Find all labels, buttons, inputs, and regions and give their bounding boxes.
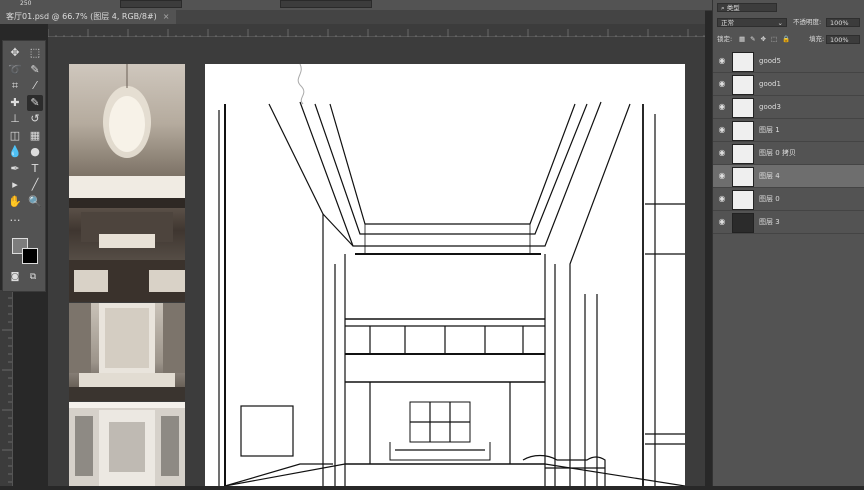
layer-name: 图层 0 拷贝 — [759, 149, 796, 157]
opacity-input[interactable]: 100% — [826, 18, 860, 27]
options-field[interactable] — [120, 0, 182, 8]
document-tab[interactable]: 客厅01.psd @ 66.7% (图层 4, RGB/8#) × — [0, 10, 176, 24]
eye-icon[interactable]: ◉ — [717, 102, 727, 112]
reference-photo-living-room — [69, 303, 185, 401]
layer-name: 图层 1 — [759, 126, 780, 134]
hand-tool-icon[interactable]: ✋ — [7, 194, 23, 210]
brush-tool-icon[interactable]: ✎ — [27, 94, 43, 111]
crop-tool-icon[interactable]: ⌗ — [7, 78, 23, 94]
eye-icon[interactable]: ◉ — [717, 148, 727, 158]
eyedropper-tool-icon[interactable]: ⁄ — [27, 78, 43, 94]
background-color-swatch[interactable] — [22, 248, 38, 264]
reference-photo-window-wall — [69, 402, 185, 486]
dodge-tool-icon[interactable]: ● — [27, 144, 43, 160]
eye-icon[interactable]: ◉ — [717, 125, 727, 135]
opacity-value: 100% — [830, 19, 849, 27]
layer-thumbnail — [732, 144, 754, 164]
move-tool-icon[interactable]: ✥ — [7, 45, 23, 61]
layer-thumbnail — [732, 167, 754, 187]
lasso-tool-icon[interactable]: ➰ — [7, 62, 23, 78]
layer-row[interactable]: ◉ 图层 1 — [713, 119, 864, 142]
lock-label: 锁定: — [717, 35, 733, 43]
chevron-down-icon: ⌄ — [777, 19, 783, 27]
fill-value: 100% — [830, 36, 849, 44]
line-tool-icon[interactable]: ╱ — [27, 177, 43, 193]
layer-thumbnail — [732, 121, 754, 141]
screen-mode-icon[interactable]: ⧉ — [25, 269, 41, 285]
fill-label: 填充: — [809, 35, 825, 43]
quick-select-tool-icon[interactable]: ✎ — [27, 62, 43, 78]
layers-panel: ⌕ 类型 正常 ⌄ 不透明度: 100% 锁定: ▦✎✥⬚🔒 填充: 100% … — [712, 0, 864, 486]
layer-thumbnail — [732, 190, 754, 210]
layer-name: good5 — [759, 57, 781, 65]
zoom-tool-icon[interactable]: 🔍 — [27, 194, 43, 210]
fill-input[interactable]: 100% — [826, 35, 860, 44]
eye-icon[interactable]: ◉ — [717, 217, 727, 227]
eye-icon[interactable]: ◉ — [717, 194, 727, 204]
layer-name: 图层 4 — [759, 172, 780, 180]
gradient-tool-icon[interactable]: ▦ — [27, 128, 43, 144]
canvas-area[interactable] — [48, 37, 705, 487]
pen-tool-icon[interactable]: ✒ — [7, 161, 23, 177]
layer-name: 图层 0 — [759, 195, 780, 203]
eye-icon[interactable]: ◉ — [717, 56, 727, 66]
layer-filter-select[interactable]: ⌕ 类型 — [717, 3, 777, 12]
reference-photo-chandelier — [69, 64, 185, 302]
layer-thumbnail — [732, 52, 754, 72]
layer-row[interactable]: ◉ good5 — [713, 50, 864, 73]
toolbox: ◙ ⧉ ✥ ⬚ ➰ ✎ ⌗ ⁄ ✚ ✎ ⊥ ↺ ◫ ▦ 💧 ● ✒ T ▸ ╱ ✋ 🔍… — [2, 40, 46, 292]
path-select-tool-icon[interactable]: ▸ — [7, 177, 23, 193]
document-tab-bar: 客厅01.psd @ 66.7% (图层 4, RGB/8#) × — [0, 10, 705, 24]
lock-row: 锁定: ▦✎✥⬚🔒 填充: 100% — [713, 34, 864, 45]
type-tool-icon[interactable]: T — [27, 161, 43, 177]
opacity-label: 不透明度: — [793, 18, 822, 26]
blend-row: 正常 ⌄ 不透明度: 100% — [713, 17, 864, 28]
horizontal-ruler — [47, 24, 705, 39]
perspective-sketch-layer[interactable] — [205, 63, 686, 487]
layer-row[interactable]: ◉ 图层 0 — [713, 188, 864, 211]
quick-mask-icon[interactable]: ◙ — [7, 269, 23, 285]
layer-row[interactable]: ◉ good3 — [713, 96, 864, 119]
blend-mode-select[interactable]: 正常 ⌄ — [717, 18, 787, 27]
stamp-tool-icon[interactable]: ⊥ — [7, 111, 23, 127]
document-tab-title: 客厅01.psd @ 66.7% (图层 4, RGB/8#) — [6, 12, 157, 21]
more-tools-icon[interactable]: … — [7, 210, 23, 226]
options-field[interactable] — [280, 0, 372, 8]
eye-icon[interactable]: ◉ — [717, 79, 727, 89]
marquee-tool-icon[interactable]: ⬚ — [27, 45, 43, 61]
layer-name: good3 — [759, 103, 781, 111]
brush-size-value[interactable]: 250 — [20, 0, 31, 7]
blend-mode-value: 正常 — [721, 19, 734, 27]
blur-tool-icon[interactable]: 💧 — [7, 144, 23, 160]
search-icon: ⌕ — [721, 4, 725, 12]
layer-thumbnail — [732, 75, 754, 95]
layer-thumbnail — [732, 213, 754, 233]
layer-name: 图层 3 — [759, 218, 780, 226]
layer-thumbnail — [732, 98, 754, 118]
lock-icons[interactable]: ▦✎✥⬚🔒 — [739, 34, 795, 45]
healing-tool-icon[interactable]: ✚ — [7, 95, 23, 111]
layer-name: good1 — [759, 80, 781, 88]
layer-row[interactable]: ◉ 图层 4 — [713, 165, 864, 188]
layer-row[interactable]: ◉ 图层 3 — [713, 211, 864, 234]
history-brush-icon[interactable]: ↺ — [27, 111, 43, 127]
layer-filter-row: ⌕ 类型 — [713, 2, 864, 13]
eraser-tool-icon[interactable]: ◫ — [7, 128, 23, 144]
close-tab-icon[interactable]: × — [163, 12, 170, 21]
layer-row[interactable]: ◉ good1 — [713, 73, 864, 96]
vertical-ruler — [0, 289, 13, 486]
layer-row[interactable]: ◉ 图层 0 拷贝 — [713, 142, 864, 165]
eye-icon[interactable]: ◉ — [717, 171, 727, 181]
layer-filter-label: 类型 — [726, 4, 740, 12]
